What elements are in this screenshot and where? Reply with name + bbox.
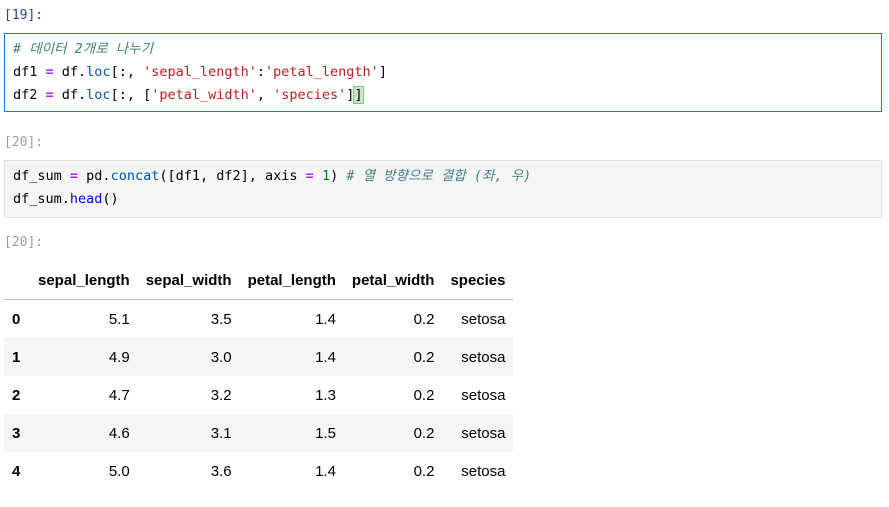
table-cell: 0.2	[413, 310, 435, 328]
code-line-concat: df_sum = pd.concat([df1, df2], axis = 1)…	[13, 168, 532, 184]
table-cell: 1.4	[315, 462, 336, 480]
table-cell: setosa	[461, 386, 506, 404]
row-index: 1	[12, 348, 21, 366]
code-editor-19[interactable]: # 데이터 2개로 나누기 df1 = df.loc[:, 'sepal_len…	[13, 38, 387, 107]
table-cell: 5.0	[108, 462, 130, 480]
index-header	[4, 262, 30, 300]
code-line-comment: # 데이터 2개로 나누기	[13, 41, 153, 57]
table-cell: setosa	[461, 310, 506, 328]
table-cell: 3.6	[210, 462, 232, 480]
table-cell: 1.4	[315, 310, 336, 328]
column-header-petal-width: petal_width	[343, 262, 443, 300]
table-cell: 1.5	[315, 424, 336, 442]
table-row: 2 4.7 3.2 1.3 0.2 setosa	[4, 376, 514, 414]
column-header-species: species	[442, 262, 514, 300]
table-cell: 3.1	[210, 424, 232, 442]
column-header-petal-length: petal_length	[239, 262, 344, 300]
table-cell: 0.2	[413, 348, 435, 366]
code-line-df2: df2 = df.loc[:, ['petal_width', 'species…	[13, 86, 364, 104]
table-cell: setosa	[461, 424, 506, 442]
table-row: 1 4.9 3.0 1.4 0.2 setosa	[4, 338, 514, 376]
dataframe-table: sepal_length sepal_width petal_length petal…	[4, 262, 514, 490]
table-cell: 5.1	[108, 310, 130, 328]
table-cell: 3.5	[210, 310, 232, 328]
table-cell: 0.2	[413, 424, 435, 442]
code-editor-20[interactable]: df_sum = pd.concat([df1, df2], axis = 1)…	[13, 165, 531, 211]
table-body: 0 5.1 3.5 1.4 0.2 setosa 1 4.9 3.0 1.4 0.2 setosa 2 4…	[4, 299, 514, 490]
table-cell: 4.6	[108, 424, 130, 442]
table-cell: 0.2	[413, 386, 435, 404]
table-cell: 0.2	[413, 462, 435, 480]
table-cell: 1.4	[315, 348, 336, 366]
table-cell: 4.7	[108, 386, 130, 404]
row-index: 4	[12, 462, 21, 480]
cell-19-prompt: [19]:	[4, 8, 44, 23]
table-cell: 3.0	[210, 348, 232, 366]
code-cell-20[interactable]: df_sum = pd.concat([df1, df2], axis = 1)…	[4, 160, 882, 218]
table-row: 0 5.1 3.5 1.4 0.2 setosa	[4, 299, 514, 338]
table-header-row: sepal_length sepal_width petal_length petal…	[4, 262, 514, 300]
table-cell: setosa	[461, 348, 506, 366]
table-cell: 1.3	[315, 386, 336, 404]
row-index: 0	[12, 310, 21, 328]
output-prompt: [20]:	[4, 235, 44, 250]
code-cell-19[interactable]: # 데이터 2개로 나누기 df1 = df.loc[:, 'sepal_len…	[4, 33, 882, 112]
code-line-df1: df1 = df.loc[:, 'sepal_length':'petal_le…	[13, 64, 387, 80]
code-line-head: df_sum.head()	[13, 191, 119, 207]
table-row: 4 5.0 3.6 1.4 0.2 setosa	[4, 452, 514, 490]
table-row: 3 4.6 3.1 1.5 0.2 setosa	[4, 414, 514, 452]
column-header-sepal-width: sepal_width	[137, 262, 240, 300]
row-index: 2	[12, 386, 21, 404]
cell-20-prompt: [20]:	[4, 135, 44, 150]
column-header-sepal-length: sepal_length	[30, 262, 138, 300]
row-index: 3	[12, 424, 21, 442]
table-cell: setosa	[461, 462, 506, 480]
table-cell: 4.9	[108, 348, 130, 366]
table-cell: 3.2	[210, 386, 232, 404]
